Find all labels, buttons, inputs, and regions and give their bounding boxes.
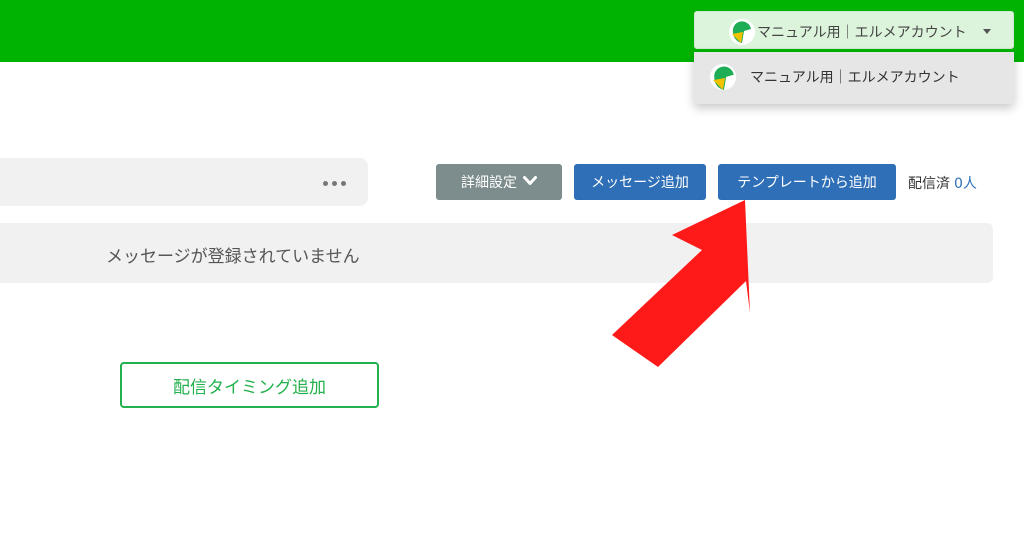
dropdown-item-account[interactable]: マニュアル用｜エルメアカウント (694, 52, 1014, 104)
more-dots-icon[interactable] (323, 178, 353, 188)
add-message-label: メッセージ追加 (591, 175, 689, 191)
sent-count: 0人 (954, 176, 977, 192)
dot (332, 180, 337, 186)
chevron-down-icon (523, 174, 537, 190)
account-switcher-button[interactable]: マニュアル用｜エルメアカウント (694, 11, 1014, 49)
add-from-template-label: テンプレートから追加 (737, 175, 877, 191)
red-pointer-arrow-icon (612, 200, 750, 367)
account-avatar-icon (729, 19, 755, 45)
dot (323, 180, 328, 186)
add-timing-button[interactable]: 配信タイミング追加 (120, 362, 379, 408)
dropdown-item-label: マニュアル用｜エルメアカウント (750, 70, 960, 86)
page: マニュアル用｜エルメアカウント マニュアル用｜エルメアカウント 詳細設定 メッセ… (0, 0, 1024, 538)
dot (341, 180, 346, 186)
detail-settings-button[interactable]: 詳細設定 (436, 164, 562, 200)
account-avatar-icon (710, 64, 736, 90)
sent-label: 配信済 (908, 176, 950, 192)
caret-down-icon (983, 29, 991, 34)
detail-settings-label: 詳細設定 (461, 175, 517, 191)
add-timing-label: 配信タイミング追加 (173, 377, 326, 398)
sent-status: 配信済 0人 (908, 173, 977, 193)
empty-message-text: メッセージが登録されていません (106, 247, 360, 267)
message-title-input[interactable] (0, 158, 368, 206)
account-name: マニュアル用｜エルメアカウント (757, 25, 967, 41)
account-dropdown-menu: マニュアル用｜エルメアカウント (694, 52, 1014, 104)
